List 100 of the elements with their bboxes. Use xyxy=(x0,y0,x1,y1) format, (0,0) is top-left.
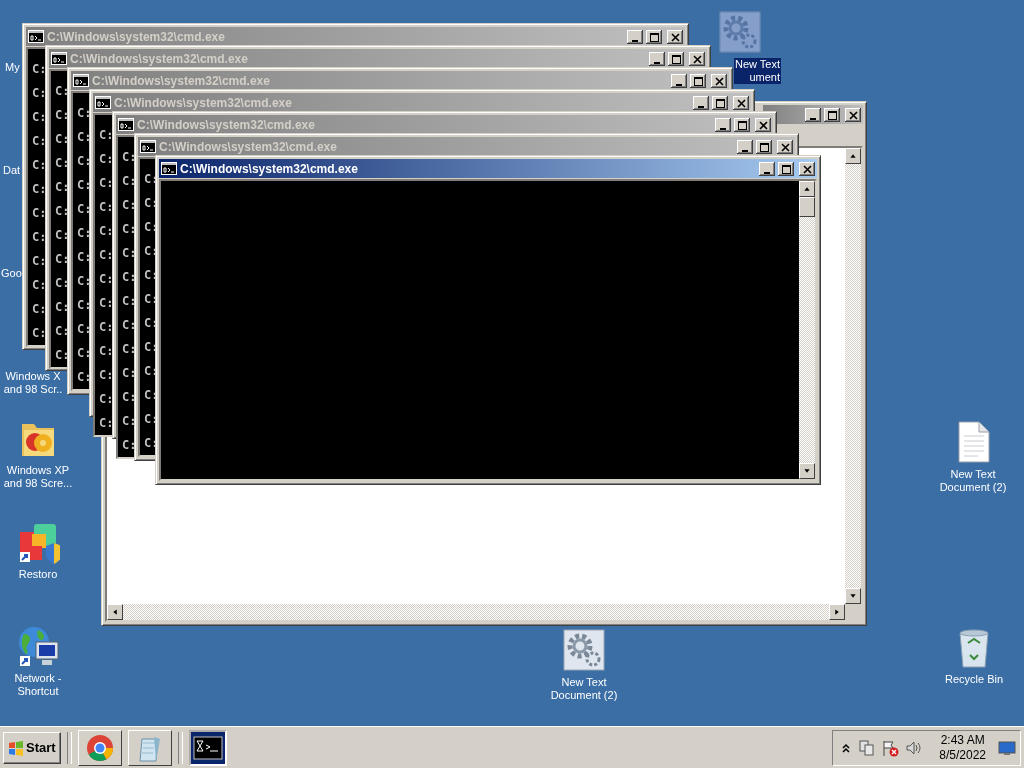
scroll-thumb[interactable] xyxy=(799,197,815,217)
prompt-text: C: xyxy=(122,173,137,190)
prompt-text: C: xyxy=(55,251,70,268)
prompt-text: C: xyxy=(122,437,137,454)
prompt-text: C: xyxy=(122,317,137,334)
scroll-down-button[interactable] xyxy=(799,463,815,479)
start-button[interactable]: Start xyxy=(3,731,61,764)
prompt-text: C: xyxy=(32,61,47,78)
prompt-text: C: xyxy=(122,221,137,238)
window-title: C:\Windows\system32\cmd.exe xyxy=(70,51,249,66)
icon-label[interactable]: Dat xyxy=(2,164,22,177)
scroll-down-button[interactable] xyxy=(845,588,861,604)
prompt-text: C: xyxy=(99,199,114,216)
prompt-text: C: xyxy=(99,175,114,192)
prompt-text: C: xyxy=(55,275,70,292)
icon-label[interactable]: My xyxy=(4,61,21,74)
minimize-button[interactable] xyxy=(627,29,643,44)
icon-label[interactable]: Windows X and 98 Scr.. xyxy=(2,370,64,396)
close-button[interactable] xyxy=(711,73,727,88)
prompt-text: C: xyxy=(122,197,137,214)
maximize-button[interactable] xyxy=(646,29,662,44)
minimize-button[interactable] xyxy=(737,139,753,154)
minimize-button[interactable] xyxy=(693,95,709,110)
window-title: C:\Windows\system32\cmd.exe xyxy=(137,117,316,132)
prompt-text: C: xyxy=(77,297,92,314)
scroll-up-button[interactable] xyxy=(845,148,861,164)
close-button[interactable] xyxy=(733,95,749,110)
icon-label[interactable]: New Text Document (2) xyxy=(546,676,622,702)
close-button[interactable] xyxy=(667,29,683,44)
close-button[interactable] xyxy=(777,139,793,154)
prompt-text: C: xyxy=(77,273,92,290)
icon-label[interactable]: Recycle Bin xyxy=(943,673,1005,686)
console-icon xyxy=(51,52,67,65)
maximize-button[interactable] xyxy=(690,73,706,88)
prompt-text: C: xyxy=(122,341,137,358)
prompt-text: C: xyxy=(99,127,114,144)
prompt-text: C: xyxy=(77,321,92,338)
prompt-text: C: xyxy=(99,295,114,312)
prompt-text: C: xyxy=(32,253,47,270)
minimize-button[interactable] xyxy=(805,107,821,122)
close-button[interactable] xyxy=(799,161,815,176)
scroll-right-button[interactable] xyxy=(829,604,845,620)
minimize-button[interactable] xyxy=(649,51,665,66)
cmd-taskbar-icon[interactable] xyxy=(188,729,227,766)
horizontal-scrollbar[interactable] xyxy=(107,604,845,620)
prompt-text: C: xyxy=(99,391,114,408)
close-button[interactable] xyxy=(755,117,771,132)
icon-label[interactable]: New Text Document (2) xyxy=(935,468,1011,494)
clock-date: 8/5/2022 xyxy=(939,747,986,763)
prompt-text: C: xyxy=(55,131,70,148)
icon-label[interactable]: Restoro xyxy=(17,568,59,581)
title-bar[interactable] xyxy=(763,105,863,124)
clock-time: 2:43 AM xyxy=(940,732,985,748)
prompt-text: C: xyxy=(77,201,92,218)
vertical-scrollbar[interactable] xyxy=(799,181,815,479)
maximize-button[interactable] xyxy=(668,51,684,66)
prompt-text: C: xyxy=(99,223,114,240)
minimize-button[interactable] xyxy=(671,73,687,88)
close-button[interactable] xyxy=(845,107,861,122)
prompt-text: C: xyxy=(55,179,70,196)
icon-label[interactable]: New Text ument xyxy=(734,58,782,84)
prompt-text: C: xyxy=(32,229,47,246)
console-icon xyxy=(118,118,134,131)
window-title: C:\Windows\system32\cmd.exe xyxy=(47,29,226,44)
icon-label[interactable]: Goo xyxy=(0,267,23,280)
maximize-button[interactable] xyxy=(824,107,840,122)
prompt-text: C: xyxy=(77,129,92,146)
prompt-text: C: xyxy=(77,249,92,266)
title-bar[interactable]: C:\Windows\system32\cmd.exe xyxy=(159,159,817,178)
chevron-icon[interactable] xyxy=(841,741,852,754)
prompt-text: C: xyxy=(55,323,70,340)
prompt-text: C: xyxy=(77,369,92,386)
scroll-up-button[interactable] xyxy=(799,181,815,197)
maximize-button[interactable] xyxy=(756,139,772,154)
maximize-button[interactable] xyxy=(712,95,728,110)
prompt-text: C: xyxy=(32,277,47,294)
close-button[interactable] xyxy=(689,51,705,66)
minimize-button[interactable] xyxy=(759,161,775,176)
prompt-text: C: xyxy=(55,299,70,316)
prompt-text: C: xyxy=(99,319,114,336)
prompt-text: C: xyxy=(32,301,47,318)
minimize-button[interactable] xyxy=(715,117,731,132)
flag-icon[interactable] xyxy=(881,738,900,757)
notepad-taskbar-icon[interactable] xyxy=(127,729,172,766)
icon-label[interactable]: Windows XP and 98 Scre... xyxy=(0,464,76,490)
network-icon[interactable] xyxy=(16,624,60,668)
vertical-scrollbar[interactable] xyxy=(845,148,861,604)
prompt-text: C: xyxy=(32,325,47,342)
maximize-button[interactable] xyxy=(778,161,794,176)
window-title: C:\Windows\system32\cmd.exe xyxy=(159,139,338,154)
gear-icon[interactable] xyxy=(562,628,606,672)
show-desktop-icon[interactable] xyxy=(998,738,1016,757)
maximize-button[interactable] xyxy=(734,117,750,132)
icon-label[interactable]: Network - Shortcut xyxy=(0,672,76,698)
console-icon xyxy=(95,96,111,109)
prompt-text: C: xyxy=(32,133,47,150)
prompt-text: C: xyxy=(55,155,70,172)
scroll-left-button[interactable] xyxy=(107,604,123,620)
chrome-taskbar-icon[interactable] xyxy=(77,729,122,766)
prompt-text: C: xyxy=(55,203,70,220)
